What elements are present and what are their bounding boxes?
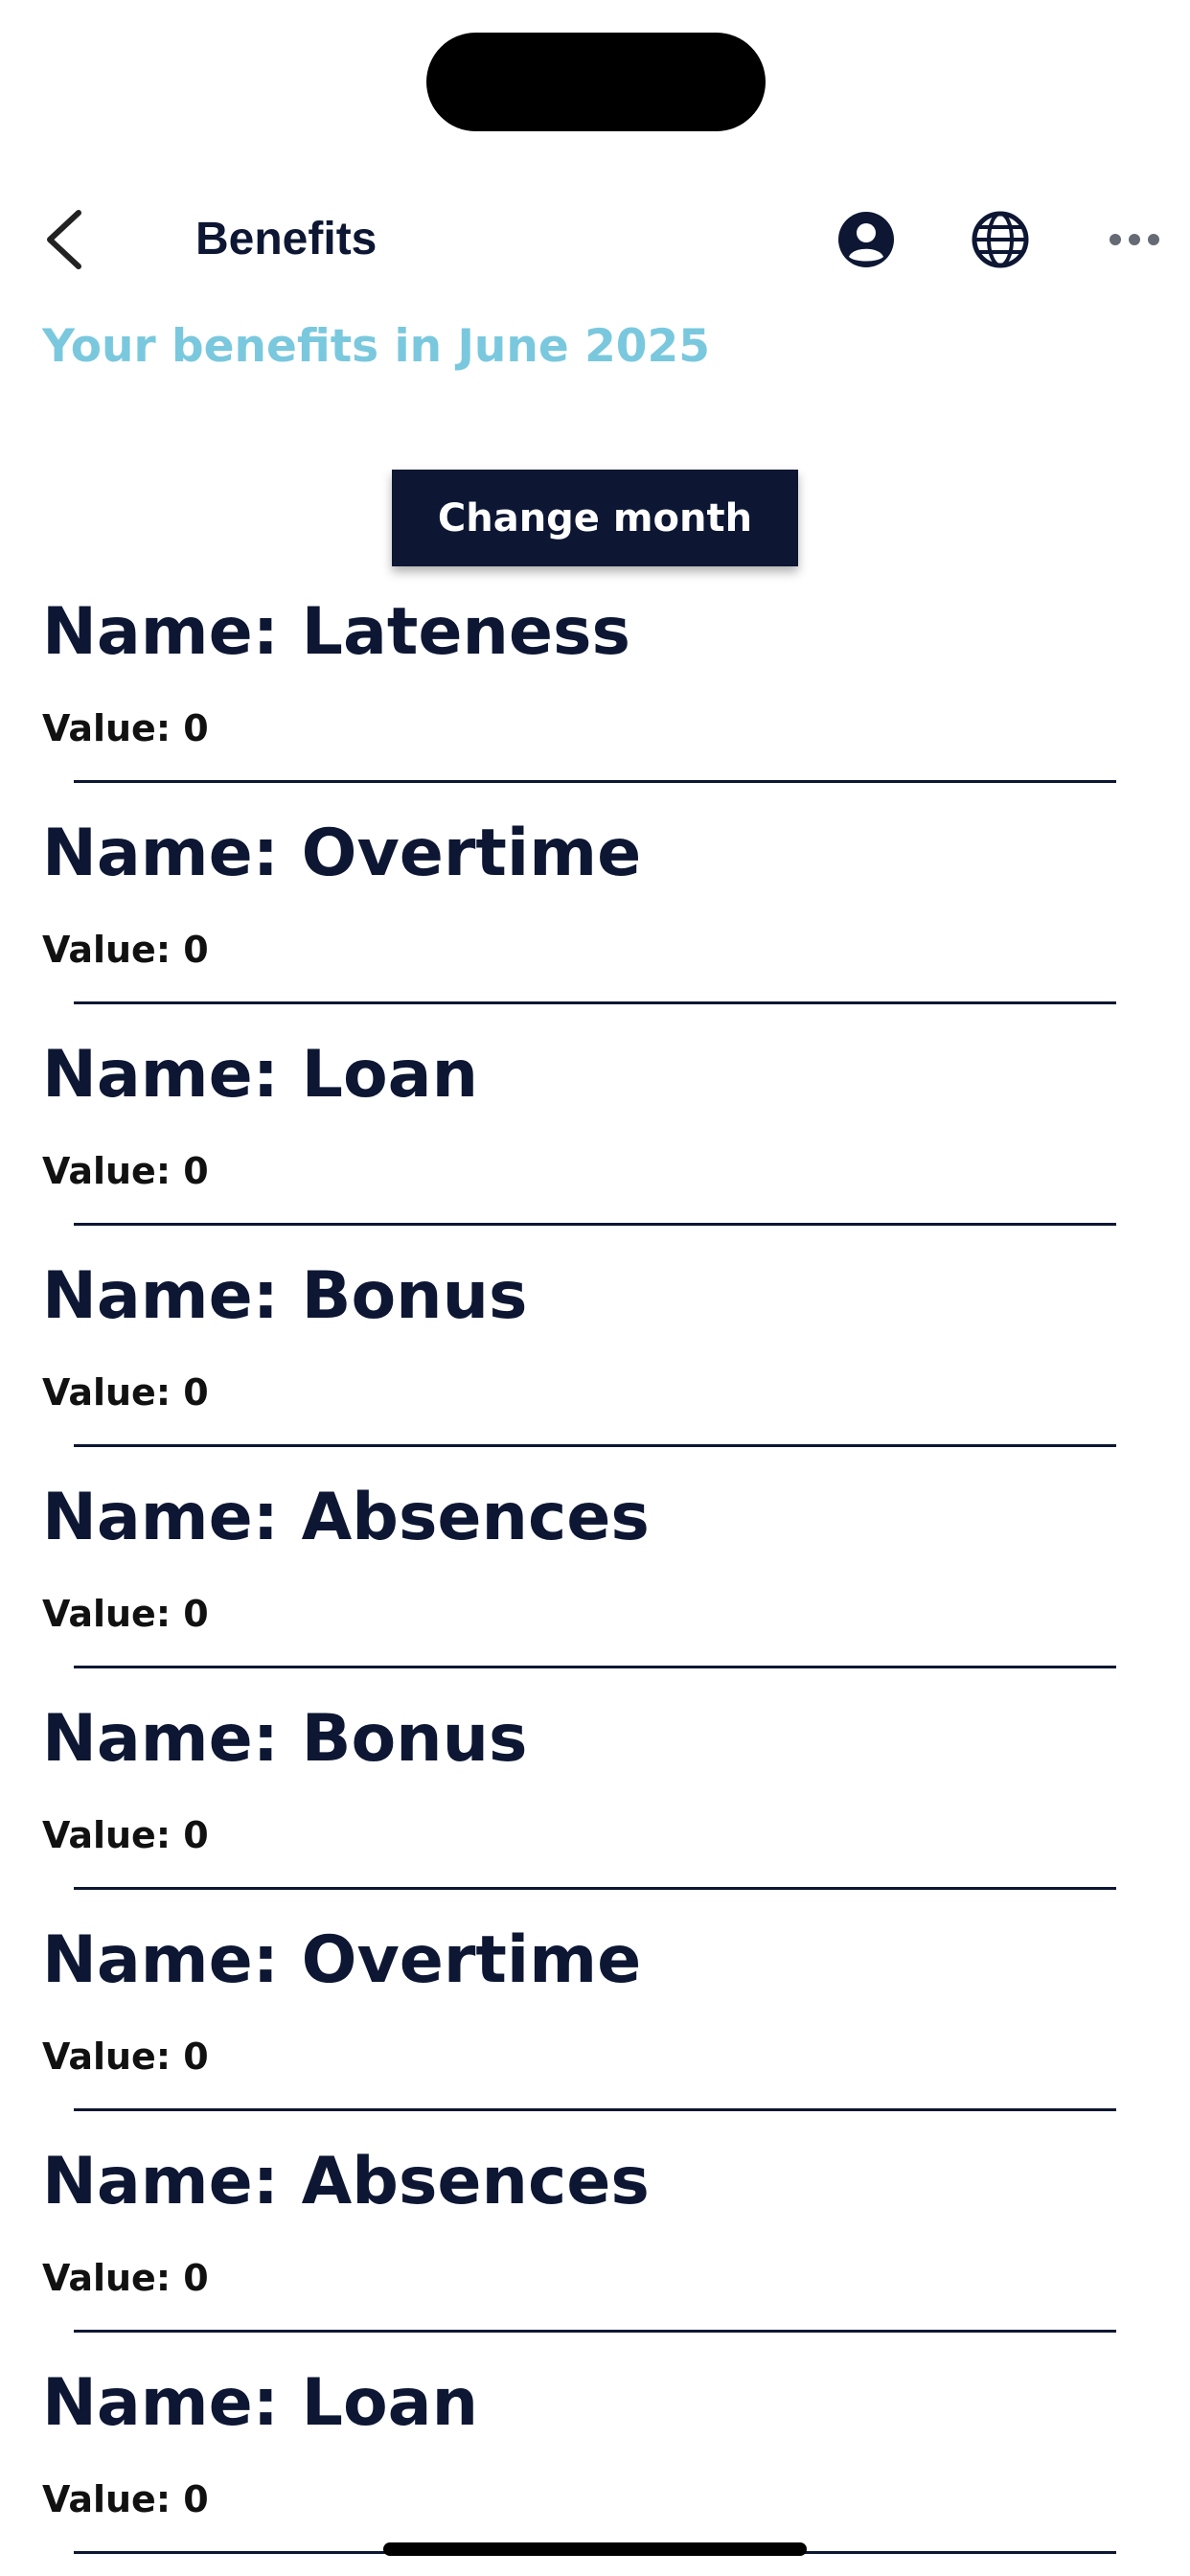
dynamic-island	[426, 33, 766, 131]
benefit-value: Value: 0	[42, 2257, 209, 2299]
benefit-name: Name: Overtime	[42, 1922, 642, 1998]
globe-icon	[972, 211, 1029, 268]
list-item: Name: Overtime Value: 0	[0, 1903, 1190, 2125]
benefit-value: Value: 0	[42, 1371, 209, 1414]
benefit-value: Value: 0	[42, 1150, 209, 1192]
benefit-name: Name: Lateness	[42, 594, 630, 670]
list-item: Name: Overtime Value: 0	[0, 796, 1190, 1018]
language-button[interactable]	[966, 205, 1035, 274]
benefit-value: Value: 0	[42, 707, 209, 749]
benefit-name: Name: Bonus	[42, 1258, 528, 1334]
benefit-name: Name: Overtime	[42, 816, 642, 891]
benefits-list: Name: Lateness Value: 0 Name: Overtime V…	[0, 575, 1190, 2567]
list-item: Name: Lateness Value: 0	[0, 575, 1190, 796]
divider	[74, 2330, 1116, 2333]
divider	[74, 1223, 1116, 1226]
divider	[74, 1001, 1116, 1004]
benefit-value: Value: 0	[42, 1814, 209, 1856]
benefit-value: Value: 0	[42, 1593, 209, 1635]
benefit-name: Name: Absences	[42, 1480, 650, 1555]
divider	[74, 780, 1116, 783]
benefit-value: Value: 0	[42, 2478, 209, 2520]
profile-button[interactable]	[832, 205, 901, 274]
benefit-name: Name: Loan	[42, 1037, 478, 1113]
back-button[interactable]	[29, 205, 98, 274]
list-item: Name: Absences Value: 0	[0, 2125, 1190, 2346]
more-button[interactable]	[1100, 205, 1169, 274]
benefits-month-subtitle: Your benefits in June 2025	[42, 320, 710, 373]
benefit-value: Value: 0	[42, 2036, 209, 2078]
benefit-name: Name: Loan	[42, 2365, 478, 2441]
home-indicator[interactable]	[383, 2542, 807, 2556]
list-item: Name: Bonus Value: 0	[0, 1682, 1190, 1903]
page-title: Benefits	[195, 214, 378, 264]
list-item: Name: Loan Value: 0	[0, 2346, 1190, 2567]
change-month-button[interactable]: Change month	[392, 470, 798, 566]
chevron-left-icon	[47, 210, 81, 269]
benefit-value: Value: 0	[42, 929, 209, 971]
benefit-name: Name: Bonus	[42, 1701, 528, 1777]
list-item: Name: Loan Value: 0	[0, 1018, 1190, 1239]
divider	[74, 1666, 1116, 1668]
more-horizontal-icon	[1110, 234, 1159, 245]
divider	[74, 2108, 1116, 2111]
user-circle-icon	[838, 212, 894, 267]
divider	[74, 1444, 1116, 1447]
benefit-name: Name: Absences	[42, 2144, 650, 2220]
navigation-bar: Benefits	[0, 192, 1190, 288]
list-item: Name: Absences Value: 0	[0, 1460, 1190, 1682]
divider	[74, 1887, 1116, 1890]
list-item: Name: Bonus Value: 0	[0, 1239, 1190, 1460]
